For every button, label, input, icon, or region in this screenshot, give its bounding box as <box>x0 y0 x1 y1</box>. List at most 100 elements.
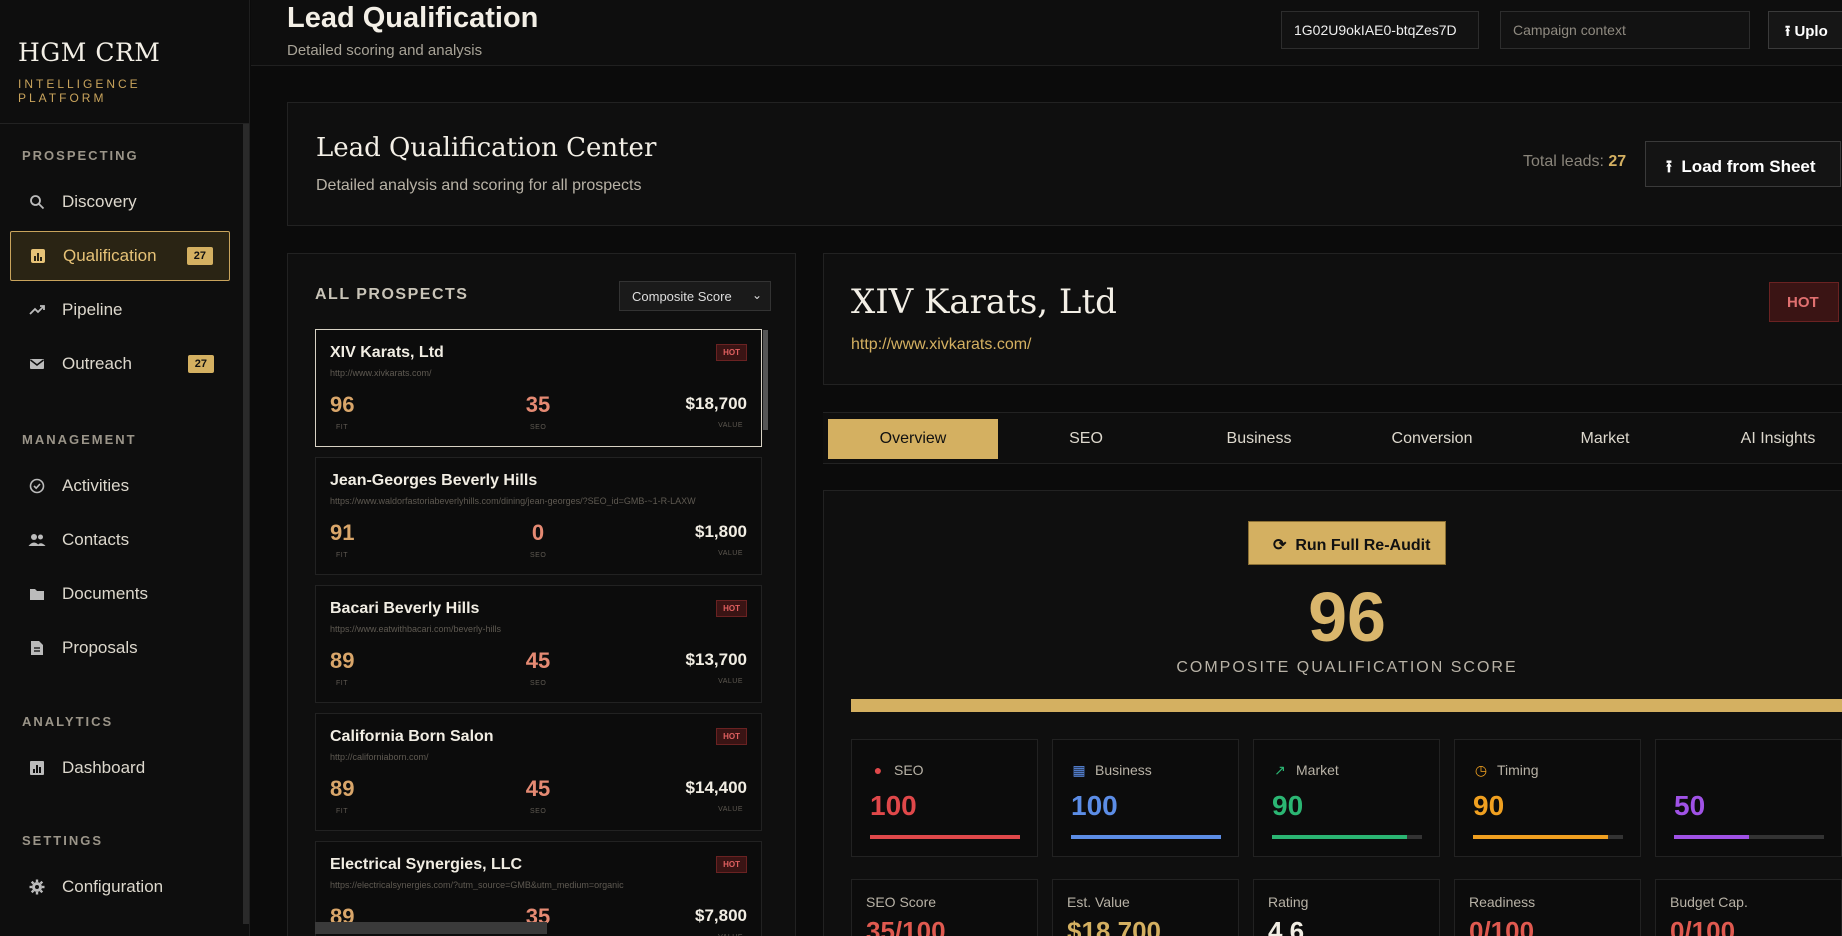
seo-label: SEO <box>530 424 547 431</box>
metric-label: SEO <box>894 762 924 778</box>
upload-button[interactable]: ⭱ Uplo <box>1768 11 1842 49</box>
seo-score: 45 <box>525 776 551 801</box>
sidebar-item-label: Documents <box>62 584 148 603</box>
nav-section-management: MANAGEMENT Activities Contacts Documents <box>0 432 240 677</box>
fit-label: FIT <box>336 680 348 687</box>
value-label: VALUE <box>718 806 743 813</box>
run-reaudit-button[interactable]: ⟳ Run Full Re-Audit <box>1248 521 1446 565</box>
refresh-icon: ⟳ <box>1273 537 1291 554</box>
tab-business[interactable]: Business <box>1174 419 1344 459</box>
sidebar-item-label: Outreach <box>62 354 132 373</box>
metric-header: ▦ Business <box>1071 761 1151 779</box>
sidebar-item-pipeline[interactable]: Pipeline <box>10 285 230 335</box>
prospect-detail-header: XIV Karats, Ltd http://www.xivkarats.com… <box>823 253 1842 385</box>
clock-icon: ◷ <box>1474 761 1488 778</box>
hot-badge: HOT <box>716 728 747 745</box>
prospect-url: https://www.eatwithbacari.com/beverly-hi… <box>330 624 502 634</box>
mail-icon <box>26 353 48 375</box>
section-title: Lead Qualification Center <box>316 133 657 163</box>
fit-label: FIT <box>336 552 348 559</box>
sidebar-item-dashboard[interactable]: Dashboard <box>10 743 230 793</box>
tab-market[interactable]: Market <box>1520 419 1690 459</box>
upload-icon: ⭱ <box>1666 157 1677 176</box>
sidebar-item-label: Proposals <box>62 638 138 657</box>
prospect-card[interactable]: XIV Karats, Ltd http://www.xivkarats.com/… <box>315 329 762 447</box>
sort-select[interactable]: Composite Score ⌄ <box>619 281 771 311</box>
sidebar-item-configuration[interactable]: Configuration <box>10 862 230 912</box>
value-label: VALUE <box>718 422 743 429</box>
seo-score: 45 <box>525 648 551 673</box>
stat-label: Budget Cap. <box>1670 894 1748 910</box>
qualification-header-card: Lead Qualification Center Detailed analy… <box>287 102 1842 226</box>
search-icon <box>26 191 48 213</box>
metric-value: 50 <box>1674 790 1706 821</box>
sidebar-item-proposals[interactable]: Proposals <box>10 623 230 673</box>
app-root: HGM CRM INTELLIGENCE PLATFORM PROSPECTIN… <box>0 0 1842 936</box>
count-badge: 27 <box>186 247 213 265</box>
metric-bar <box>1473 835 1623 839</box>
sidebar-item-outreach[interactable]: Outreach 27 <box>10 339 230 389</box>
nav-section-settings: SETTINGS Configuration <box>0 833 240 916</box>
list-vertical-scrollbar[interactable] <box>763 330 768 430</box>
sidebar-item-activities[interactable]: Activities <box>10 461 230 511</box>
nav-heading: SETTINGS <box>22 833 104 848</box>
sidebar-item-discovery[interactable]: Discovery <box>10 177 230 227</box>
tab-ai-insights[interactable]: AI Insights <box>1693 419 1842 459</box>
prospect-url: http://www.xivkarats.com/ <box>330 368 432 378</box>
building-icon: ▦ <box>1072 761 1086 778</box>
composite-score-bar-fill <box>851 699 1842 712</box>
sidebar-item-documents[interactable]: Documents <box>10 569 230 619</box>
prospect-name: Jean-Georges Beverly Hills <box>330 472 538 489</box>
metric-bar <box>1272 835 1422 839</box>
metric-header: ● SEO <box>870 762 924 778</box>
stat-card: Est. Value $18,700 <box>1052 879 1239 936</box>
stat-value: $18,700 <box>1067 916 1161 936</box>
brand: HGM CRM INTELLIGENCE PLATFORM <box>0 0 249 124</box>
sidebar-item-qualification[interactable]: Qualification 27 <box>10 231 230 281</box>
tab-seo[interactable]: SEO <box>1001 419 1171 459</box>
nav-heading: ANALYTICS <box>22 714 114 729</box>
tab-conversion[interactable]: Conversion <box>1347 419 1517 459</box>
brand-name: HGM CRM <box>18 38 161 67</box>
sidebar-scrollbar[interactable] <box>243 124 249 924</box>
sidebar-item-label: Activities <box>62 476 130 495</box>
list-horizontal-scrollbar[interactable] <box>315 922 547 934</box>
estimated-value: $18,700 <box>685 394 747 413</box>
stat-card: Budget Cap. 0/100 <box>1655 879 1842 936</box>
stat-card: Readiness 0/100 <box>1454 879 1641 936</box>
load-label: Load from Sheet <box>1681 157 1816 176</box>
seo-label: SEO <box>530 808 547 815</box>
tab-overview[interactable]: Overview <box>828 419 998 459</box>
sidebar-item-contacts[interactable]: Contacts <box>10 515 230 565</box>
seo-label: SEO <box>530 680 547 687</box>
metric-card: ▦ Business 100 <box>1052 739 1239 857</box>
sidebar-item-label: Pipeline <box>62 300 123 319</box>
stat-label: Rating <box>1268 894 1309 910</box>
total-leads-label: Total leads: <box>1523 153 1604 170</box>
prospect-card[interactable]: Bacari Beverly Hills https://www.eatwithb… <box>315 585 762 703</box>
prospect-url-link[interactable]: http://www.xivkarats.com/ <box>851 336 1032 354</box>
brand-subtitle: INTELLIGENCE PLATFORM <box>18 77 141 105</box>
count-badge: 27 <box>187 355 214 373</box>
prospect-card[interactable]: California Born Salon http://californiabo… <box>315 713 762 831</box>
composite-score: 96 <box>1308 578 1386 656</box>
sidebar-item-label: Configuration <box>62 877 164 896</box>
prospect-name: California Born Salon <box>330 728 494 745</box>
seo-label: SEO <box>530 552 547 559</box>
estimated-value: $13,700 <box>685 650 747 669</box>
prospect-url: https://www.waldorfastoriabeverlyhills.c… <box>330 496 696 506</box>
campaign-context-input[interactable]: Campaign context <box>1500 11 1750 49</box>
metric-value: 100 <box>1071 790 1118 821</box>
load-from-sheet-button[interactable]: ⭱ Load from Sheet <box>1645 141 1841 187</box>
metric-header: ◷ Timing <box>1473 761 1539 779</box>
sidebar-item-label: Qualification <box>63 246 157 265</box>
metric-card: 50 <box>1655 739 1842 857</box>
hot-badge: HOT <box>1769 282 1839 322</box>
page-subtitle: Detailed scoring and analysis <box>287 42 483 59</box>
prospect-name: XIV Karats, Ltd <box>851 282 1117 322</box>
sheet-id-field[interactable]: 1G02U9okIAE0-btqZes7D <box>1281 11 1479 49</box>
metric-bar <box>1674 835 1824 839</box>
trend-icon <box>26 299 48 321</box>
prospect-card[interactable]: Jean-Georges Beverly Hills https://www.wa… <box>315 457 762 575</box>
stat-value: 35/100 <box>866 916 946 936</box>
